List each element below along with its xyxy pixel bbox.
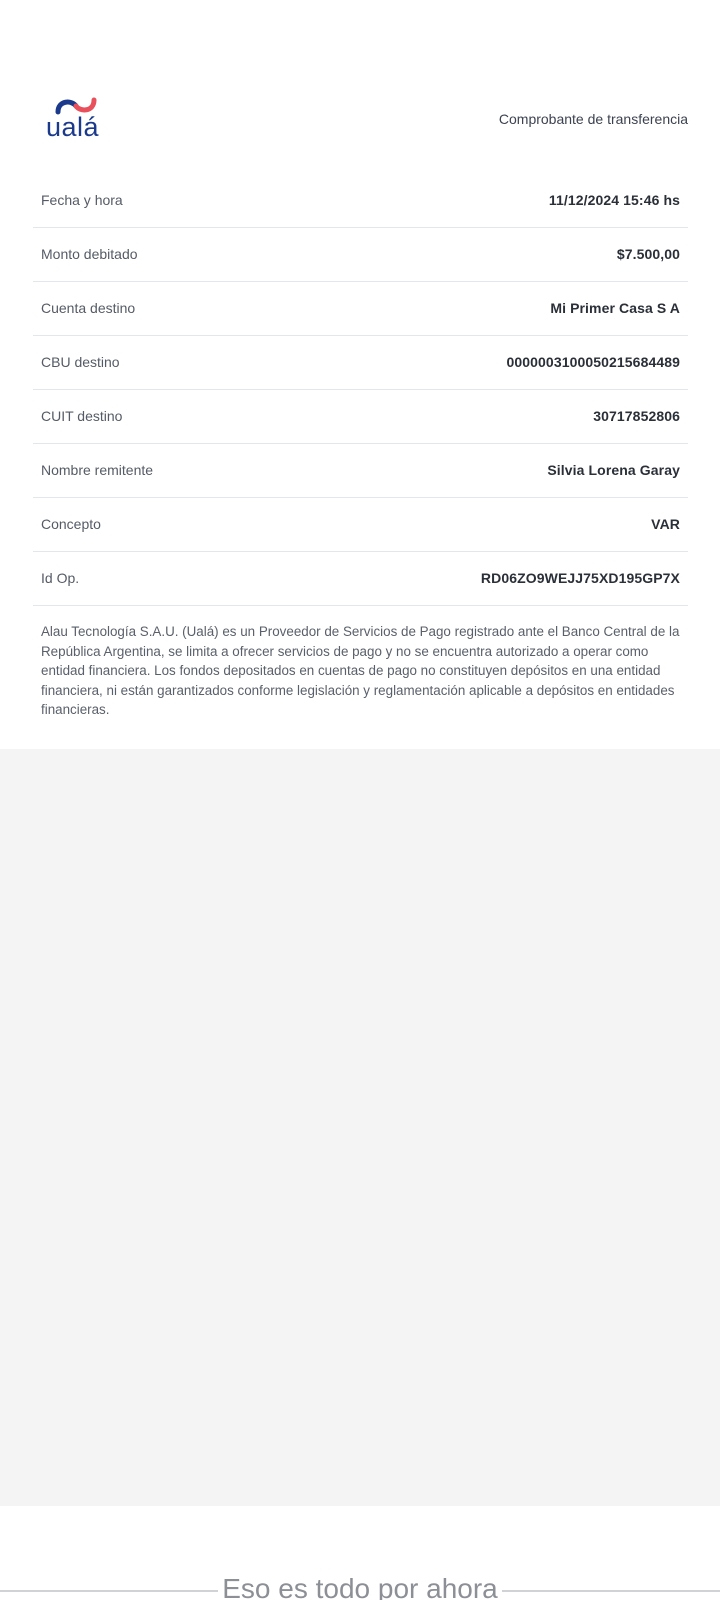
detail-label: Nombre remitente [41,462,154,478]
detail-row-cbu: CBU destino 0000003100050215684489 [33,336,688,390]
detail-label: Id Op. [41,570,80,586]
detail-value: Silvia Lorena Garay [547,462,680,478]
brand-name: ualá [46,112,100,142]
detail-label: CUIT destino [41,408,123,424]
detail-row-concept: Concepto VAR [33,498,688,552]
detail-label: Fecha y hora [41,192,123,208]
legal-disclaimer: Alau Tecnología S.A.U. (Ualá) es un Prov… [41,624,680,718]
detail-value: 11/12/2024 15:46 hs [548,192,680,208]
detail-row-datetime: Fecha y hora 11/12/2024 15:46 hs [33,174,688,228]
detail-value: 30717852806 [593,408,680,424]
detail-row-cuit: CUIT destino 30717852806 [33,390,688,444]
detail-value: VAR [651,516,680,532]
end-message: Eso es todo por ahora [218,1573,502,1600]
detail-value: Mi Primer Casa S A [550,300,680,316]
detail-label: Cuenta destino [41,300,136,316]
transfer-receipt: ualá Comprobante de transferencia Fecha … [0,0,720,749]
detail-label: CBU destino [41,354,120,370]
uala-logo: ualá [46,97,106,145]
detail-label: Monto debitado [41,246,138,262]
detail-label: Concepto [41,516,101,532]
receipt-details: Fecha y hora 11/12/2024 15:46 hs Monto d… [33,174,688,606]
detail-row-amount: Monto debitado $7.500,00 [33,228,688,282]
detail-value: RD06ZO9WEJJ75XD195GP7X [480,570,680,586]
detail-row-destination-account: Cuenta destino Mi Primer Casa S A [33,282,688,336]
empty-background [0,749,720,1506]
detail-value: $7.500,00 [616,246,680,262]
detail-value: 0000003100050215684489 [506,354,680,370]
end-of-content-footer: Eso es todo por ahora [0,1506,720,1600]
receipt-title: Comprobante de transferencia [498,111,688,127]
detail-row-operation-id: Id Op. RD06ZO9WEJJ75XD195GP7X [33,552,688,606]
detail-row-sender-name: Nombre remitente Silvia Lorena Garay [33,444,688,498]
